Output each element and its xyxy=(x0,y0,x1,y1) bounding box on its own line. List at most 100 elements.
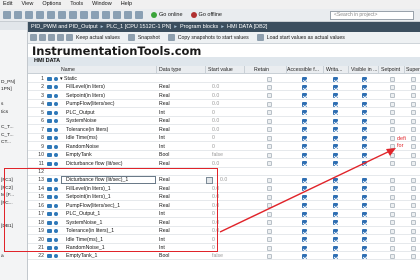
table-row[interactable]: 1 Static ▾ xyxy=(28,75,420,83)
save-project-icon[interactable] xyxy=(25,11,33,19)
writable-checkbox[interactable] xyxy=(333,253,338,259)
collapse-icon[interactable]: ▾ xyxy=(60,75,64,83)
visible-checkbox[interactable] xyxy=(362,93,367,99)
supervision-checkbox[interactable] xyxy=(411,101,416,107)
tag-name[interactable]: FillLevel(in liters) xyxy=(66,83,158,91)
supervision-checkbox[interactable] xyxy=(411,127,416,133)
writable-checkbox[interactable] xyxy=(333,101,338,107)
visible-checkbox[interactable] xyxy=(362,253,367,259)
table-row[interactable]: 5 PLC_Output Int 0 xyxy=(28,109,420,117)
tree-item[interactable] xyxy=(0,63,27,71)
visible-checkbox[interactable] xyxy=(362,127,367,133)
table-row[interactable]: 9 RandomNoise Int 0 xyxy=(28,143,420,151)
writable-checkbox[interactable] xyxy=(333,127,338,133)
table-row[interactable]: 7 Tolerance(in liters) Real 0.0 xyxy=(28,126,420,134)
breadcrumb-item[interactable]: HMI DATA [DB2] xyxy=(227,24,267,30)
setpoint-checkbox[interactable] xyxy=(390,203,395,209)
setpoint-checkbox[interactable] xyxy=(390,194,395,200)
paste-icon[interactable] xyxy=(69,11,77,19)
visible-checkbox[interactable] xyxy=(362,118,367,124)
accessible-checkbox[interactable] xyxy=(302,144,307,150)
col-accessible[interactable]: Accessible f... xyxy=(287,66,323,74)
tree-item[interactable]: a xyxy=(0,253,27,261)
tree-item[interactable]: 1PN] xyxy=(0,86,27,94)
accessible-checkbox[interactable] xyxy=(302,84,307,90)
supervision-checkbox[interactable] xyxy=(411,253,416,259)
tree-item[interactable] xyxy=(0,41,27,49)
download-icon[interactable] xyxy=(113,11,121,19)
visible-checkbox[interactable] xyxy=(362,228,367,234)
visible-checkbox[interactable] xyxy=(362,186,367,192)
supervision-checkbox[interactable] xyxy=(411,220,416,226)
load-start-values-icon[interactable] xyxy=(256,34,264,41)
visible-checkbox[interactable] xyxy=(362,245,367,251)
breadcrumb-item[interactable]: Program blocks xyxy=(180,24,218,30)
static-section-label[interactable]: Static xyxy=(64,75,156,83)
supervision-checkbox[interactable] xyxy=(411,93,416,99)
col-writable[interactable]: Writa... xyxy=(326,66,348,74)
add-row-icon[interactable] xyxy=(39,34,46,41)
tree-item[interactable]: D_PN] xyxy=(0,79,27,87)
table-row[interactable]: 8 Idle Time(ms) Int 0 xyxy=(28,134,420,143)
compile-icon[interactable] xyxy=(102,11,110,19)
writable-checkbox[interactable] xyxy=(333,152,338,158)
setpoint-checkbox[interactable] xyxy=(390,237,395,243)
supervision-checkbox[interactable] xyxy=(411,76,416,82)
retain-checkbox[interactable] xyxy=(267,76,272,82)
tag-data-type[interactable]: Int xyxy=(159,109,207,117)
visible-checkbox[interactable] xyxy=(362,101,367,107)
tag-data-type[interactable]: Int xyxy=(159,143,207,151)
collapse-all-icon[interactable] xyxy=(57,34,64,41)
retain-checkbox[interactable] xyxy=(267,93,272,99)
tag-data-type[interactable]: Real xyxy=(159,126,207,134)
visible-checkbox[interactable] xyxy=(362,237,367,243)
writable-checkbox[interactable] xyxy=(333,93,338,99)
setpoint-checkbox[interactable] xyxy=(390,118,395,124)
col-name[interactable]: Name xyxy=(61,66,153,74)
setpoint-checkbox[interactable] xyxy=(390,177,395,183)
accessible-checkbox[interactable] xyxy=(302,127,307,133)
visible-checkbox[interactable] xyxy=(362,177,367,183)
tree-item[interactable]: C_T... xyxy=(0,124,27,132)
tag-start-value[interactable]: 0.0 xyxy=(212,100,236,108)
visible-checkbox[interactable] xyxy=(362,152,367,158)
table-row[interactable]: 6 SystemNoise Real 0.0 xyxy=(28,117,420,126)
col-retain[interactable]: Retain xyxy=(254,66,284,74)
writable-checkbox[interactable] xyxy=(333,194,338,200)
writable-checkbox[interactable] xyxy=(333,76,338,82)
writable-checkbox[interactable] xyxy=(333,84,338,90)
tag-start-value[interactable]: false xyxy=(212,252,236,260)
accessible-checkbox[interactable] xyxy=(302,186,307,192)
open-project-icon[interactable] xyxy=(14,11,22,19)
menu-window[interactable]: Window xyxy=(92,0,112,9)
tree-item[interactable] xyxy=(0,155,27,163)
tag-name[interactable]: Dicturbance flow (lit/sec) xyxy=(66,160,158,168)
supervision-checkbox[interactable] xyxy=(411,161,416,166)
tag-name[interactable]: RandomNoise xyxy=(66,143,158,151)
tree-item[interactable] xyxy=(0,56,27,64)
col-visible[interactable]: Visible in ... xyxy=(351,66,377,74)
snapshot-button[interactable]: Snapshot xyxy=(138,35,160,41)
tag-start-value[interactable]: 0.0 xyxy=(220,176,244,184)
accessible-checkbox[interactable] xyxy=(302,93,307,99)
visible-checkbox[interactable] xyxy=(362,211,367,217)
table-row[interactable]: 10 EmptyTank Bool false xyxy=(28,151,420,160)
copy-snapshots-button[interactable]: Copy snapshots to start values xyxy=(178,35,249,41)
tree-item[interactable] xyxy=(0,71,27,79)
tag-start-value[interactable]: 0.0 xyxy=(212,92,236,100)
retain-checkbox[interactable] xyxy=(267,245,272,251)
setpoint-checkbox[interactable] xyxy=(390,253,395,259)
col-setpoint[interactable]: Setpoint xyxy=(381,66,403,74)
tree-item[interactable]: CT... xyxy=(0,139,27,147)
setpoint-checkbox[interactable] xyxy=(390,161,395,166)
breadcrumb-item[interactable]: PID_PWM and PID_Output xyxy=(31,24,98,30)
tree-item[interactable] xyxy=(0,33,27,41)
col-start-value[interactable]: Start value xyxy=(208,66,242,74)
retain-checkbox[interactable] xyxy=(267,237,272,243)
tree-item[interactable] xyxy=(0,94,27,102)
tag-start-value[interactable]: 0.0 xyxy=(212,83,236,91)
menu-edit[interactable]: Edit xyxy=(3,0,12,9)
tag-data-type[interactable]: Bool xyxy=(159,151,207,159)
table-row[interactable]: 2 FillLevel(in liters) Real 0.0 xyxy=(28,83,420,92)
tree-item[interactable] xyxy=(0,117,27,125)
